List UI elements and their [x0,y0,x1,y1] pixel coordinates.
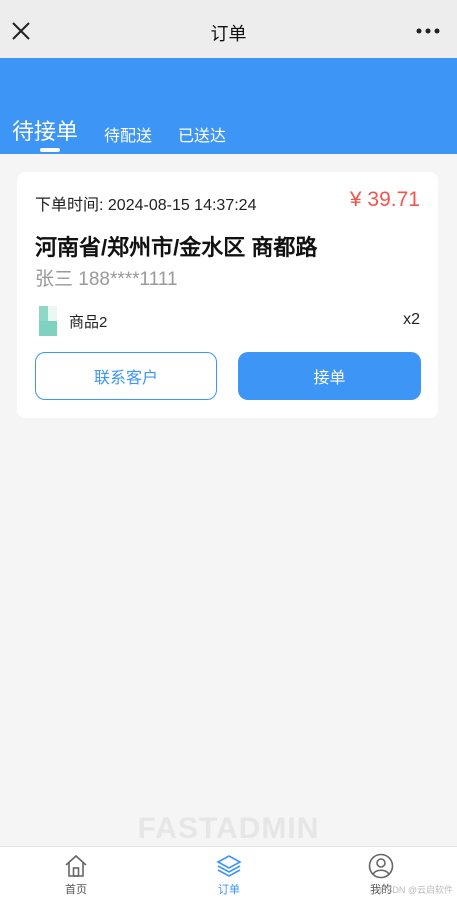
product-name: 商品2 [69,314,108,331]
bottom-nav: 首页 订单 我的 CSDN @云启软件 [0,846,457,901]
order-time: 下单时间: 2024-08-15 14:37:24 [35,197,257,214]
tab-label: 待接单 [12,119,79,144]
order-price: ¥ 39.71 [349,188,420,211]
user-icon [368,853,394,879]
header-banner: 待接单 待配送 已送达 [0,58,457,154]
active-tab-indicator [40,148,60,152]
contact-customer-button[interactable]: 联系客户 [35,352,217,400]
tab-delivered[interactable]: 已送达 [178,122,226,146]
home-icon [65,854,87,877]
watermark: FASTADMIN [137,812,320,845]
top-bar: 订单 [0,0,457,58]
product-thumbnail [39,306,57,336]
customer-info: 张三 188****1111 [35,269,178,290]
credit-text: CSDN @云启软件 [379,885,453,895]
tab-label: 待配送 [104,128,153,145]
order-tabs: 待接单 待配送 已送达 [12,114,252,152]
tab-label: 已送达 [178,128,227,145]
tab-pending[interactable]: 待接单 [12,114,79,152]
page-title: 订单 [210,24,247,44]
tab-delivering[interactable]: 待配送 [104,122,152,146]
nav-home[interactable]: 首页 [36,853,116,897]
nav-label: 首页 [65,884,87,896]
nav-label: 订单 [218,884,240,896]
nav-order[interactable]: 订单 [189,853,269,897]
delivery-address: 河南省/郑州市/金水区 商都路 [35,235,318,260]
more-icon[interactable] [415,27,441,35]
order-card: 下单时间: 2024-08-15 14:37:24 ¥ 39.71 河南省/郑州… [17,172,438,418]
accept-order-button[interactable]: 接单 [238,352,421,400]
product-quantity: x2 [403,311,420,328]
layers-icon [216,855,242,877]
